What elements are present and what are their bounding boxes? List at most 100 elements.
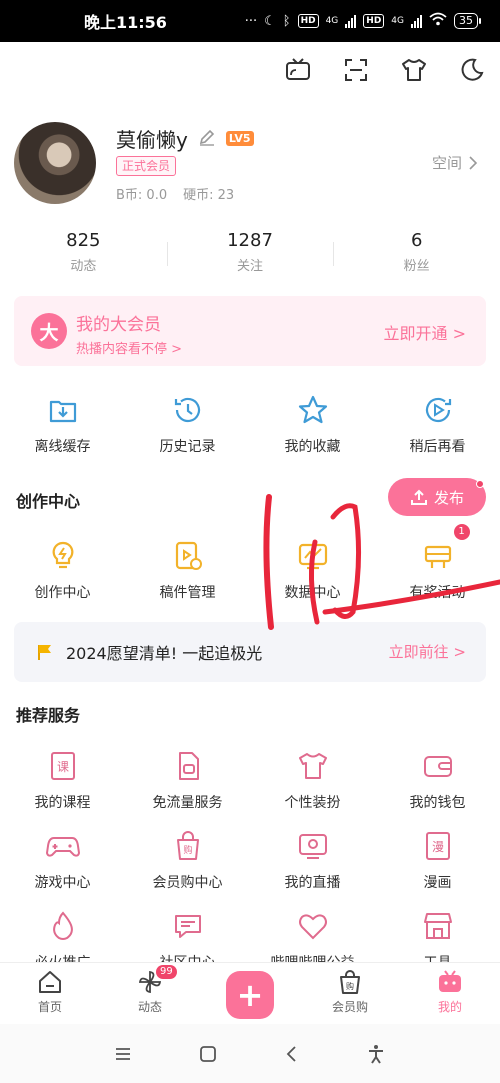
tab-mine[interactable]: 我的 bbox=[400, 963, 500, 1024]
profile-page: 莫偷懒y LV5 正式会员 B币: 0.0 硬币: 23 空间 825 动态 1… bbox=[0, 42, 500, 962]
battery-icon: 35 bbox=[454, 13, 481, 29]
tshirt-icon[interactable] bbox=[400, 56, 428, 84]
wifi-icon bbox=[429, 12, 447, 30]
service-games[interactable]: 游戏中心 bbox=[0, 828, 125, 892]
service-community[interactable]: 社区中心 bbox=[125, 908, 250, 962]
quick-label: 离线缓存 bbox=[34, 439, 91, 455]
tab-dynamics[interactable]: 99 动态 bbox=[100, 963, 200, 1024]
service-member-shop[interactable]: 购 会员购中心 bbox=[125, 828, 250, 892]
quick-offline-cache[interactable]: 离线缓存 bbox=[0, 392, 125, 456]
tshirt-icon bbox=[295, 748, 331, 784]
service-label: 必火推广 bbox=[35, 952, 91, 962]
level-badge: LV5 bbox=[225, 131, 254, 146]
stat-following[interactable]: 1287 关注 bbox=[166, 230, 334, 274]
service-promo[interactable]: 必火推广 bbox=[0, 908, 125, 962]
tab-label: 动态 bbox=[137, 1000, 162, 1014]
stats-row: 825 动态 1287 关注 6 粉丝 bbox=[0, 230, 500, 274]
username[interactable]: 莫偷懒y bbox=[116, 124, 188, 153]
vip-subtitle: 热播内容看不停 > bbox=[76, 342, 183, 357]
service-live[interactable]: 我的直播 bbox=[250, 828, 375, 892]
vip-title: 我的大会员 bbox=[76, 315, 161, 335]
service-charity[interactable]: 哔哩哔哩公益 bbox=[250, 908, 375, 962]
quick-watch-later[interactable]: 稍后再看 bbox=[375, 392, 500, 456]
scan-icon[interactable] bbox=[342, 56, 370, 84]
quick-label: 我的收藏 bbox=[284, 439, 341, 455]
stat-label: 粉丝 bbox=[403, 259, 430, 274]
avatar[interactable] bbox=[14, 122, 96, 204]
moon-icon: ☾ bbox=[264, 13, 276, 29]
service-wallet[interactable]: 我的钱包 bbox=[375, 748, 500, 812]
service-label: 哔哩哔哩公益 bbox=[271, 952, 355, 962]
svg-text:课: 课 bbox=[56, 760, 68, 774]
creator-manuscripts[interactable]: 稿件管理 bbox=[125, 538, 250, 602]
service-tools[interactable]: 工具 bbox=[375, 908, 500, 962]
heart-hands-icon bbox=[295, 908, 331, 944]
stat-label: 动态 bbox=[70, 259, 97, 274]
service-label: 游戏中心 bbox=[34, 875, 91, 891]
course-book-icon: 课 bbox=[45, 748, 81, 784]
cell-signal-icon-2 bbox=[411, 14, 422, 28]
hard-coin: 硬币: 23 bbox=[183, 188, 235, 203]
service-label: 我的直播 bbox=[284, 875, 341, 891]
svg-text:购: 购 bbox=[346, 981, 354, 991]
wish-text: 2024愿望清单! 一起追极光 bbox=[66, 644, 263, 663]
download-box-icon bbox=[45, 392, 81, 428]
tab-shop[interactable]: 购 会员购 bbox=[300, 963, 400, 1024]
service-label: 漫画 bbox=[423, 875, 452, 891]
tab-post[interactable]: + bbox=[200, 963, 300, 1024]
service-comic[interactable]: 漫 漫画 bbox=[375, 828, 500, 892]
handwritten-scribble bbox=[263, 494, 500, 630]
stat-label: 关注 bbox=[237, 259, 264, 274]
edit-pencil-icon[interactable] bbox=[198, 128, 216, 150]
creator-center[interactable]: 创作中心 bbox=[0, 538, 125, 602]
service-course[interactable]: 课 我的课程 bbox=[0, 748, 125, 812]
creator-label: 创作中心 bbox=[34, 585, 91, 601]
stat-fans[interactable]: 6 粉丝 bbox=[333, 230, 500, 274]
tab-home[interactable]: 首页 bbox=[0, 963, 100, 1024]
home-square-icon[interactable] bbox=[199, 1045, 217, 1063]
hd-icon: HD bbox=[297, 14, 319, 28]
svg-text:购: 购 bbox=[183, 844, 192, 856]
service-label: 免流量服务 bbox=[152, 795, 223, 811]
tab-label: 首页 bbox=[37, 1000, 62, 1014]
quick-favorites[interactable]: 我的收藏 bbox=[250, 392, 375, 456]
stat-posts[interactable]: 825 动态 bbox=[0, 230, 167, 274]
services-row-2: 游戏中心 购 会员购中心 我的直播 漫 漫画 bbox=[0, 828, 500, 892]
stat-num: 825 bbox=[66, 230, 101, 251]
vip-big-icon: 大 bbox=[31, 313, 67, 349]
back-icon[interactable] bbox=[285, 1045, 299, 1063]
accessibility-icon[interactable] bbox=[366, 1044, 386, 1064]
creator-label: 稿件管理 bbox=[159, 585, 216, 601]
space-link[interactable]: 空间 bbox=[432, 152, 478, 173]
night-mode-icon[interactable] bbox=[458, 56, 486, 84]
tv-icon bbox=[439, 970, 461, 992]
vip-open-button[interactable]: 立即开通 > bbox=[384, 320, 467, 344]
status-bar: 晚上11:56 ··· ☾ ᛒ HD 4G HD 4G 35 bbox=[0, 0, 500, 42]
dynamics-badge: 99 bbox=[156, 965, 177, 979]
stat-num: 6 bbox=[410, 230, 423, 251]
quick-label: 历史记录 bbox=[159, 439, 216, 455]
service-label: 工具 bbox=[424, 952, 452, 962]
quick-history[interactable]: 历史记录 bbox=[125, 392, 250, 456]
vip-banner[interactable]: 大 我的大会员 热播内容看不停 > 立即开通 > bbox=[14, 296, 486, 366]
plus-icon: + bbox=[226, 971, 274, 1019]
menu-icon[interactable] bbox=[114, 1046, 132, 1062]
comic-book-icon: 漫 bbox=[420, 828, 456, 864]
services-row-1: 课 我的课程 免流量服务 个性装扮 我的钱包 bbox=[0, 748, 500, 812]
system-nav-bar bbox=[0, 1024, 500, 1083]
shopping-bag-icon: 购 bbox=[340, 970, 360, 994]
service-decor[interactable]: 个性装扮 bbox=[250, 748, 375, 812]
toolbox-icon bbox=[420, 908, 456, 944]
stat-num: 1287 bbox=[227, 230, 273, 251]
service-free-data[interactable]: 免流量服务 bbox=[125, 748, 250, 812]
live-tv-icon bbox=[295, 828, 331, 864]
service-label: 会员购中心 bbox=[152, 875, 223, 891]
cell-signal-icon bbox=[345, 14, 357, 28]
net-label-2: 4G bbox=[391, 16, 404, 26]
service-label: 社区中心 bbox=[160, 952, 216, 962]
bottom-tab-bar: 首页 99 动态 + 购 会员购 我的 bbox=[0, 962, 500, 1024]
tv-cast-icon[interactable] bbox=[284, 56, 312, 84]
top-toolbar bbox=[284, 56, 486, 84]
home-icon bbox=[39, 971, 61, 993]
status-icons: ··· ☾ ᛒ HD 4G HD 4G 35 bbox=[245, 12, 481, 30]
